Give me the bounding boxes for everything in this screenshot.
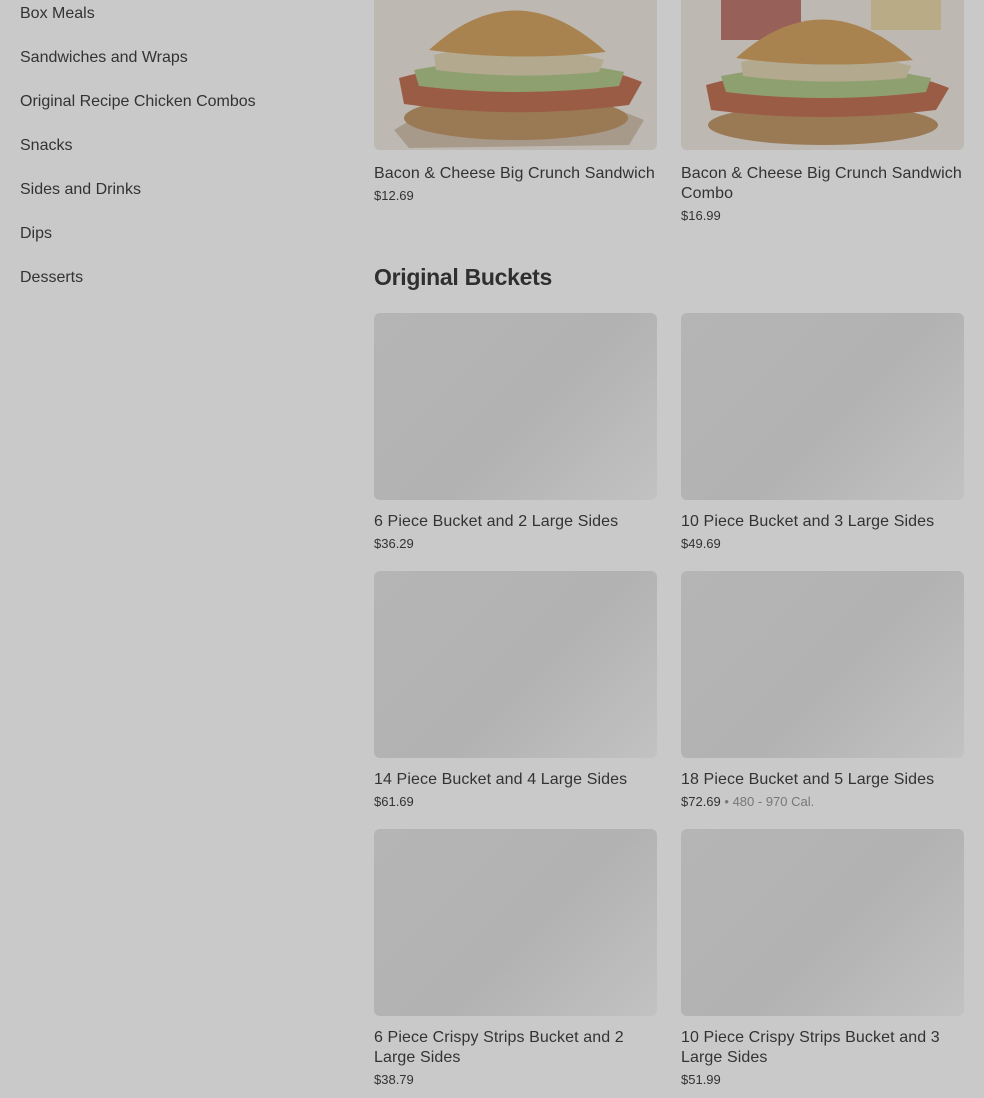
menu-item-price: $38.79 (374, 1072, 414, 1087)
menu-item-price-row: $12.69 (374, 187, 657, 205)
menu-item-name: 10 Piece Bucket and 3 Large Sides (681, 513, 935, 530)
menu-item-price-row: $16.99 (681, 207, 964, 225)
sandwich-image (374, 0, 657, 150)
sandwich-combo-illustration (681, 0, 964, 150)
menu-item-price-row: $61.69 (374, 793, 657, 811)
menu-item-image-placeholder (681, 313, 964, 500)
menu-item-image-placeholder (374, 313, 657, 500)
menu-item-card[interactable]: 6 Piece Bucket and 2 Large Sides $36.29 (374, 313, 657, 553)
menu-item-price-row: $36.29 (374, 535, 657, 553)
menu-item-card[interactable]: 6 Piece Crispy Strips Bucket and 2 Large… (374, 829, 657, 1089)
sidebar-item-original-recipe-chicken-combos[interactable]: Original Recipe Chicken Combos (20, 88, 340, 132)
sandwich-combo-image (681, 0, 964, 150)
menu-page: Box Meals Sandwiches and Wraps Original … (0, 0, 984, 1098)
sidebar-item-sides-and-drinks[interactable]: Sides and Drinks (20, 176, 340, 220)
sidebar-item-dips[interactable]: Dips (20, 220, 340, 264)
menu-item-name: Bacon & Cheese Big Crunch Sandwich Combo (681, 165, 962, 202)
menu-item-price: $16.99 (681, 208, 721, 223)
menu-item-card[interactable]: Bacon & Cheese Big Crunch Sandwich $12.6… (374, 0, 657, 205)
price-calorie-separator: • (724, 794, 729, 809)
menu-item-card[interactable]: 18 Piece Bucket and 5 Large Sides $72.69… (681, 571, 964, 811)
menu-item-name: 6 Piece Bucket and 2 Large Sides (374, 513, 619, 530)
sidebar-item-box-meals[interactable]: Box Meals (20, 0, 340, 44)
menu-item-card[interactable]: 14 Piece Bucket and 4 Large Sides $61.69 (374, 571, 657, 811)
section-title-original-buckets: Original Buckets (374, 264, 552, 290)
menu-item-name: 18 Piece Bucket and 5 Large Sides (681, 771, 935, 788)
menu-item-price-row: $51.99 (681, 1071, 964, 1089)
menu-item-price: $51.99 (681, 1072, 721, 1087)
menu-item-image-placeholder (681, 571, 964, 758)
menu-item-price-row: $72.69 • 480 - 970 Cal. (681, 793, 964, 811)
menu-item-calories: 480 - 970 Cal. (732, 794, 815, 809)
sandwich-illustration (374, 0, 657, 150)
menu-item-card[interactable]: 10 Piece Bucket and 3 Large Sides $49.69 (681, 313, 964, 553)
category-sidebar: Box Meals Sandwiches and Wraps Original … (20, 0, 340, 308)
menu-item-name: 10 Piece Crispy Strips Bucket and 3 Larg… (681, 1029, 940, 1066)
sidebar-item-snacks[interactable]: Snacks (20, 132, 340, 176)
menu-item-price: $61.69 (374, 794, 414, 809)
menu-item-card[interactable]: 10 Piece Crispy Strips Bucket and 3 Larg… (681, 829, 964, 1089)
sidebar-item-desserts[interactable]: Desserts (20, 264, 340, 308)
menu-item-name: Bacon & Cheese Big Crunch Sandwich (374, 165, 655, 182)
menu-item-image-placeholder (374, 829, 657, 1016)
menu-item-price-row: $49.69 (681, 535, 964, 553)
menu-item-price: $36.29 (374, 536, 414, 551)
menu-item-price: $49.69 (681, 536, 721, 551)
menu-item-image-placeholder (681, 829, 964, 1016)
menu-item-image-placeholder (374, 571, 657, 758)
menu-item-price-row: $38.79 (374, 1071, 657, 1089)
menu-item-name: 6 Piece Crispy Strips Bucket and 2 Large… (374, 1029, 624, 1066)
menu-item-price: $12.69 (374, 188, 414, 203)
menu-item-name: 14 Piece Bucket and 4 Large Sides (374, 771, 628, 788)
menu-item-card[interactable]: Bacon & Cheese Big Crunch Sandwich Combo… (681, 0, 964, 225)
sidebar-item-sandwiches-and-wraps[interactable]: Sandwiches and Wraps (20, 44, 340, 88)
menu-item-price: $72.69 (681, 794, 721, 809)
